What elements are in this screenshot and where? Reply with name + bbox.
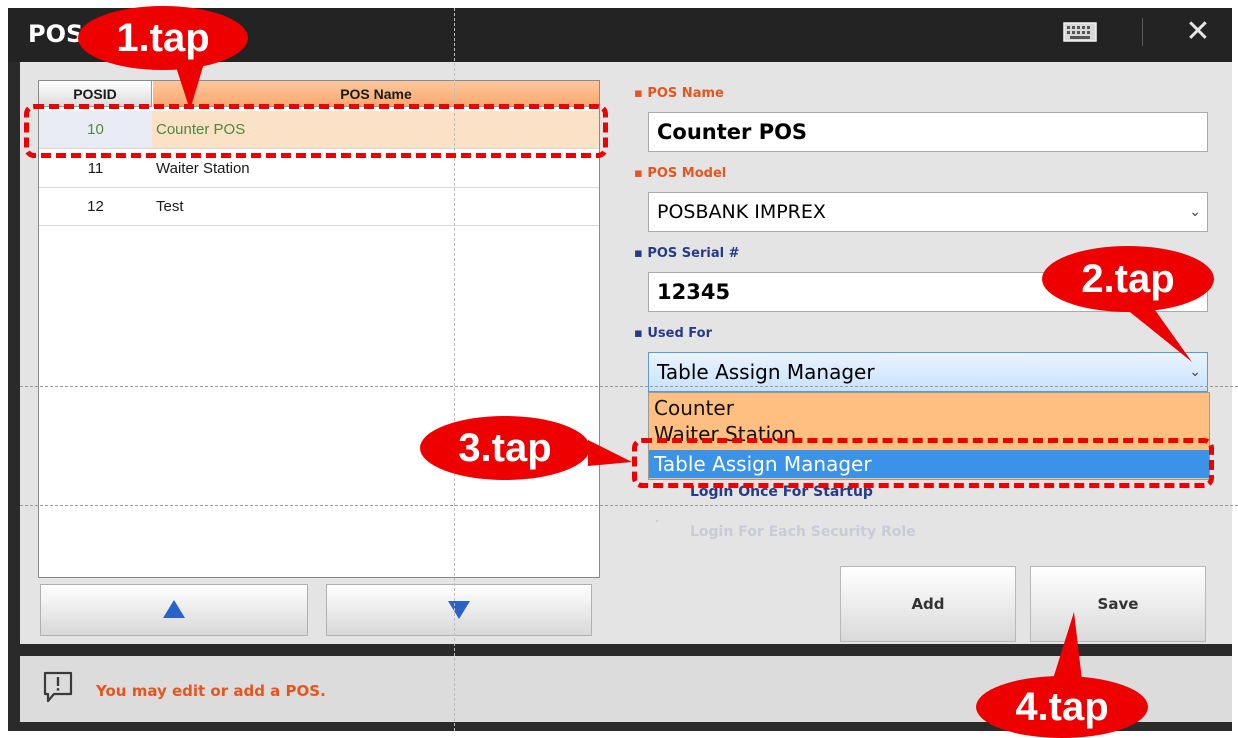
annotation-step-4: 4.tap [976,676,1148,738]
annotation-arrows [175,60,1192,682]
annotation-step-2: 2.tap [1042,246,1214,312]
annotation-step-1: 1.tap [78,6,248,70]
annotation-step-3: 3.tap [420,416,590,480]
